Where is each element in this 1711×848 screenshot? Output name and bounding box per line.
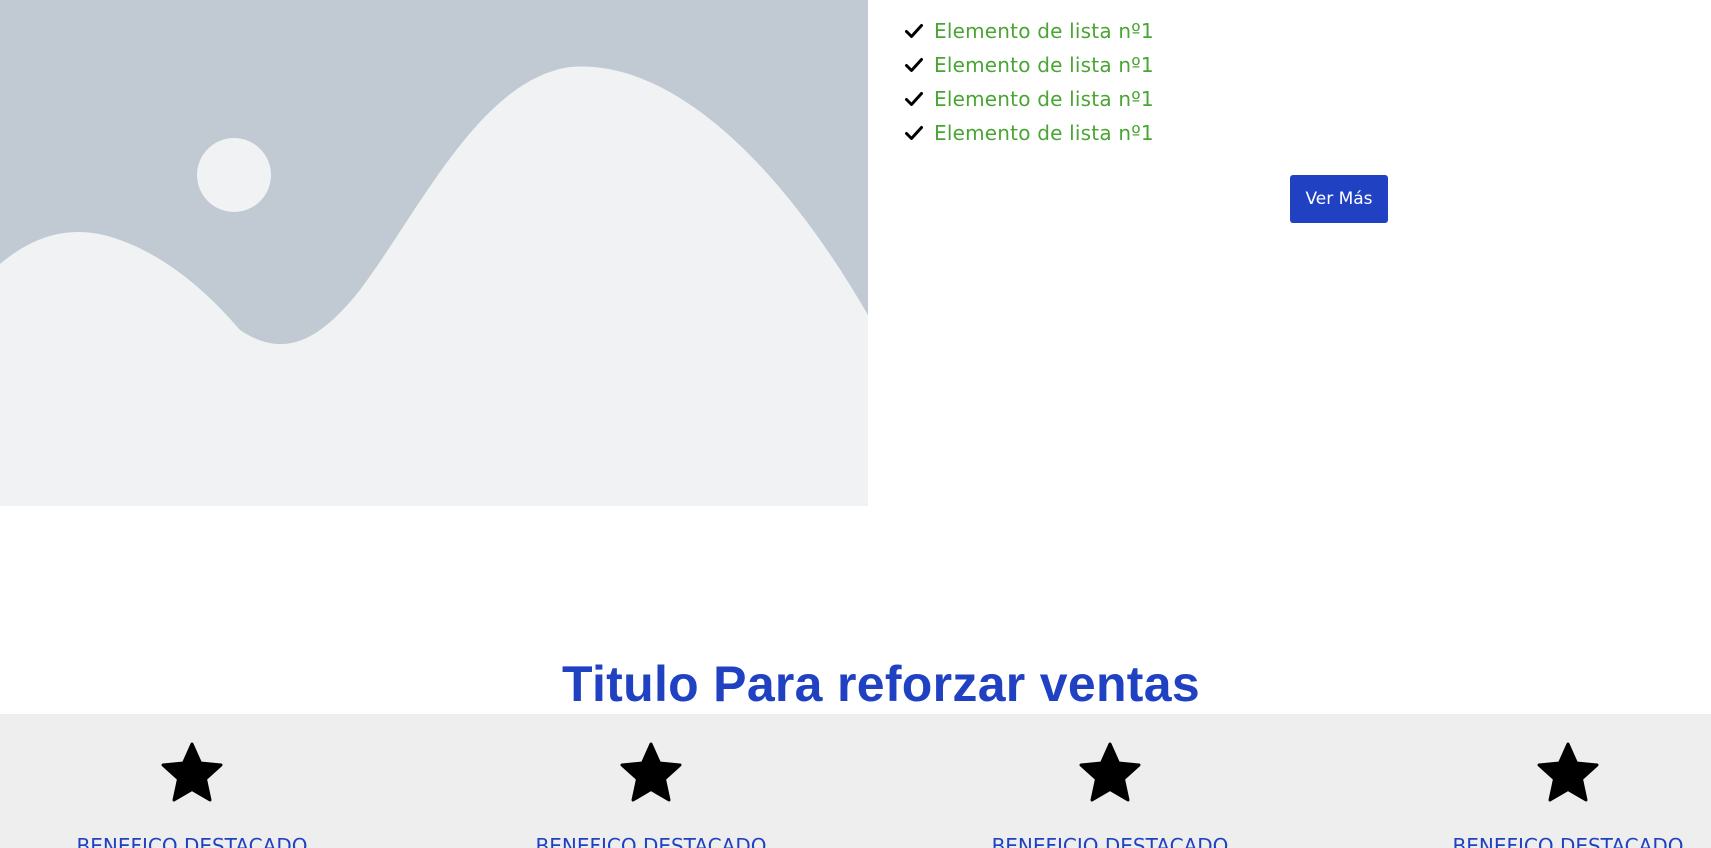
list-item-label: Elemento de lista nº1 bbox=[934, 121, 1154, 145]
list-item: Elemento de lista nº1 bbox=[904, 48, 1154, 82]
feature-list: Elemento de lista nº1 Elemento de lista … bbox=[904, 14, 1154, 150]
star-icon bbox=[160, 742, 224, 804]
check-icon bbox=[904, 21, 924, 41]
check-icon bbox=[904, 123, 924, 143]
image-placeholder-icon bbox=[0, 0, 868, 506]
benefit-card: BENEFICO DESTACADO bbox=[0, 714, 392, 848]
ver-mas-button[interactable]: Ver Más bbox=[1290, 175, 1388, 223]
benefit-label: BENEFICO DESTACADO bbox=[76, 834, 308, 848]
benefit-label: BENEFICIO DESTACADO bbox=[991, 834, 1229, 848]
star-icon bbox=[619, 742, 683, 804]
star-icon bbox=[1078, 742, 1142, 804]
list-item: Elemento de lista nº1 bbox=[904, 116, 1154, 150]
list-item-label: Elemento de lista nº1 bbox=[934, 19, 1154, 43]
benefit-label: BENEFICO DESTACADO bbox=[1452, 834, 1684, 848]
star-icon bbox=[1536, 742, 1600, 804]
sales-title: Titulo Para reforzar ventas bbox=[562, 656, 1200, 712]
list-item-label: Elemento de lista nº1 bbox=[934, 87, 1154, 111]
benefit-card: BENEFICO DESTACADO bbox=[1368, 714, 1711, 848]
check-icon bbox=[904, 89, 924, 109]
benefit-card: BENEFICO DESTACADO bbox=[451, 714, 851, 848]
benefits-band: BENEFICO DESTACADO BENEFICO DESTACADO BE… bbox=[0, 714, 1711, 848]
check-icon bbox=[904, 55, 924, 75]
list-item: Elemento de lista nº1 bbox=[904, 82, 1154, 116]
benefit-label: BENEFICO DESTACADO bbox=[535, 834, 767, 848]
hero-section: Elemento de lista nº1 Elemento de lista … bbox=[0, 0, 1711, 506]
benefit-card: BENEFICIO DESTACADO bbox=[910, 714, 1310, 848]
list-item: Elemento de lista nº1 bbox=[904, 14, 1154, 48]
list-item-label: Elemento de lista nº1 bbox=[934, 53, 1154, 77]
